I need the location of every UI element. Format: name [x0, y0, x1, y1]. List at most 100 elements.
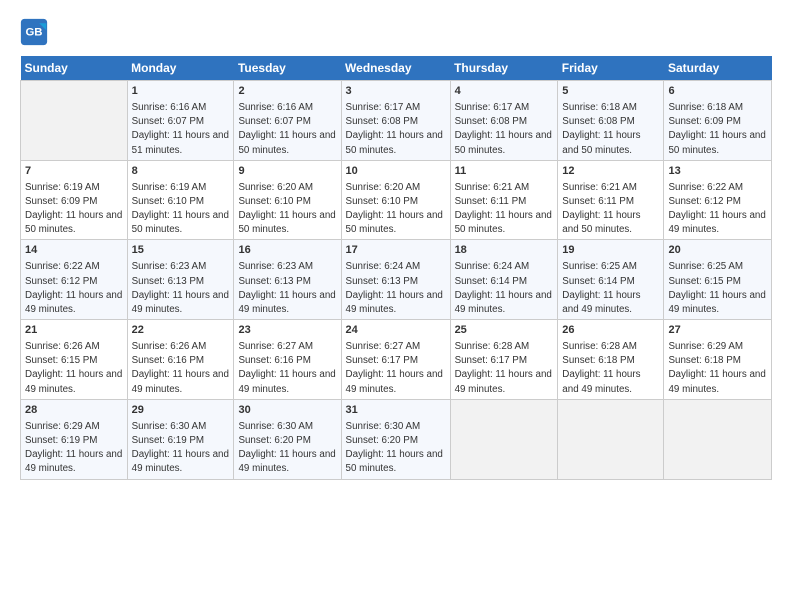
col-header-wednesday: Wednesday: [341, 56, 450, 81]
day-info: Sunrise: 6:29 AMSunset: 6:19 PMDaylight:…: [25, 421, 122, 475]
calendar-cell: 30 Sunrise: 6:30 AMSunset: 6:20 PMDayligh…: [234, 399, 341, 479]
week-row-5: 28Sunrise: 6:29 AMSunset: 6:19 PMDayligh…: [21, 399, 772, 479]
calendar-cell: 21 Sunrise: 6:26 AMSunset: 6:15 PMDayligh…: [21, 320, 128, 400]
day-number: 26: [562, 323, 659, 338]
calendar-cell: 16 Sunrise: 6:23 AMSunset: 6:13 PMDayligh…: [234, 240, 341, 320]
day-number: 5: [562, 84, 659, 99]
day-info: Sunrise: 6:22 AMSunset: 6:12 PMDaylight:…: [25, 261, 122, 315]
day-number: 20: [668, 243, 767, 258]
calendar-cell: 8 Sunrise: 6:19 AMSunset: 6:10 PMDaylight…: [127, 160, 234, 240]
day-info: Sunrise: 6:18 AMSunset: 6:09 PMDaylight:…: [668, 102, 765, 156]
day-number: 29: [132, 403, 230, 418]
day-info: Sunrise: 6:17 AMSunset: 6:08 PMDaylight:…: [346, 102, 443, 156]
day-info: Sunrise: 6:20 AMSunset: 6:10 PMDaylight:…: [346, 182, 443, 236]
day-number: 6: [668, 84, 767, 99]
col-header-sunday: Sunday: [21, 56, 128, 81]
calendar-cell: 15Sunrise: 6:23 AMSunset: 6:13 PMDayligh…: [127, 240, 234, 320]
day-info: Sunrise: 6:26 AMSunset: 6:16 PMDaylight:…: [132, 341, 229, 395]
day-info: Sunrise: 6:29 AMSunset: 6:18 PMDaylight:…: [668, 341, 765, 395]
day-number: 3: [346, 84, 446, 99]
day-info: Sunrise: 6:30 AMSunset: 6:20 PMDaylight:…: [346, 421, 443, 475]
calendar-table: SundayMondayTuesdayWednesdayThursdayFrid…: [20, 56, 772, 480]
day-info: Sunrise: 6:20 AMSunset: 6:10 PMDaylight:…: [238, 182, 335, 236]
calendar-cell: 7 Sunrise: 6:19 AMSunset: 6:09 PMDaylight…: [21, 160, 128, 240]
page: GB SundayMondayTuesdayWednesdayThursdayF…: [0, 0, 792, 612]
calendar-cell: 4Sunrise: 6:17 AMSunset: 6:08 PMDaylight…: [450, 81, 558, 161]
calendar-cell: 26 Sunrise: 6:28 AMSunset: 6:18 PMDayligh…: [558, 320, 664, 400]
day-number: 16: [238, 243, 336, 258]
day-number: 17: [346, 243, 446, 258]
day-info: Sunrise: 6:24 AMSunset: 6:13 PMDaylight:…: [346, 261, 443, 315]
day-number: 10: [346, 164, 446, 179]
day-number: 30: [238, 403, 336, 418]
calendar-cell: 14 Sunrise: 6:22 AMSunset: 6:12 PMDayligh…: [21, 240, 128, 320]
svg-text:GB: GB: [25, 27, 42, 39]
day-number: 9: [238, 164, 336, 179]
calendar-cell: 19Sunrise: 6:25 AMSunset: 6:14 PMDayligh…: [558, 240, 664, 320]
day-number: 18: [455, 243, 554, 258]
day-number: 13: [668, 164, 767, 179]
calendar-cell: 3 Sunrise: 6:17 AMSunset: 6:08 PMDaylight…: [341, 81, 450, 161]
calendar-cell: 17 Sunrise: 6:24 AMSunset: 6:13 PMDayligh…: [341, 240, 450, 320]
day-number: 22: [132, 323, 230, 338]
day-info: Sunrise: 6:22 AMSunset: 6:12 PMDaylight:…: [668, 182, 765, 236]
logo-icon: GB: [20, 18, 48, 46]
calendar-cell: 31 Sunrise: 6:30 AMSunset: 6:20 PMDayligh…: [341, 399, 450, 479]
day-number: 14: [25, 243, 123, 258]
calendar-cell: [664, 399, 772, 479]
day-number: 2: [238, 84, 336, 99]
calendar-cell: 28Sunrise: 6:29 AMSunset: 6:19 PMDayligh…: [21, 399, 128, 479]
day-number: 11: [455, 164, 554, 179]
day-number: 21: [25, 323, 123, 338]
day-number: 25: [455, 323, 554, 338]
day-number: 4: [455, 84, 554, 99]
calendar-cell: 25Sunrise: 6:28 AMSunset: 6:17 PMDayligh…: [450, 320, 558, 400]
day-info: Sunrise: 6:19 AMSunset: 6:10 PMDaylight:…: [132, 182, 229, 236]
col-header-friday: Friday: [558, 56, 664, 81]
calendar-cell: 27Sunrise: 6:29 AMSunset: 6:18 PMDayligh…: [664, 320, 772, 400]
day-info: Sunrise: 6:30 AMSunset: 6:20 PMDaylight:…: [238, 421, 335, 475]
day-info: Sunrise: 6:21 AMSunset: 6:11 PMDaylight:…: [455, 182, 552, 236]
day-info: Sunrise: 6:23 AMSunset: 6:13 PMDaylight:…: [132, 261, 229, 315]
day-info: Sunrise: 6:24 AMSunset: 6:14 PMDaylight:…: [455, 261, 552, 315]
col-header-thursday: Thursday: [450, 56, 558, 81]
day-number: 12: [562, 164, 659, 179]
calendar-cell: 5 Sunrise: 6:18 AMSunset: 6:08 PMDaylight…: [558, 81, 664, 161]
day-info: Sunrise: 6:25 AMSunset: 6:15 PMDaylight:…: [668, 261, 765, 315]
day-number: 23: [238, 323, 336, 338]
calendar-cell: 22 Sunrise: 6:26 AMSunset: 6:16 PMDayligh…: [127, 320, 234, 400]
calendar-cell: 2 Sunrise: 6:16 AMSunset: 6:07 PMDaylight…: [234, 81, 341, 161]
header-row: SundayMondayTuesdayWednesdayThursdayFrid…: [21, 56, 772, 81]
day-info: Sunrise: 6:27 AMSunset: 6:17 PMDaylight:…: [346, 341, 443, 395]
calendar-cell: 29Sunrise: 6:30 AMSunset: 6:19 PMDayligh…: [127, 399, 234, 479]
calendar-cell: [558, 399, 664, 479]
header: GB: [20, 18, 772, 46]
day-number: 8: [132, 164, 230, 179]
col-header-saturday: Saturday: [664, 56, 772, 81]
day-info: Sunrise: 6:18 AMSunset: 6:08 PMDaylight:…: [562, 102, 640, 156]
week-row-2: 7 Sunrise: 6:19 AMSunset: 6:09 PMDaylight…: [21, 160, 772, 240]
logo: GB: [20, 18, 52, 46]
day-info: Sunrise: 6:19 AMSunset: 6:09 PMDaylight:…: [25, 182, 122, 236]
calendar-cell: [21, 81, 128, 161]
day-info: Sunrise: 6:21 AMSunset: 6:11 PMDaylight:…: [562, 182, 640, 236]
day-info: Sunrise: 6:16 AMSunset: 6:07 PMDaylight:…: [238, 102, 335, 156]
calendar-cell: 23Sunrise: 6:27 AMSunset: 6:16 PMDayligh…: [234, 320, 341, 400]
day-number: 7: [25, 164, 123, 179]
day-number: 31: [346, 403, 446, 418]
day-info: Sunrise: 6:23 AMSunset: 6:13 PMDaylight:…: [238, 261, 335, 315]
calendar-cell: 9 Sunrise: 6:20 AMSunset: 6:10 PMDaylight…: [234, 160, 341, 240]
day-number: 19: [562, 243, 659, 258]
day-number: 1: [132, 84, 230, 99]
calendar-cell: 10 Sunrise: 6:20 AMSunset: 6:10 PMDayligh…: [341, 160, 450, 240]
calendar-cell: 6 Sunrise: 6:18 AMSunset: 6:09 PMDaylight…: [664, 81, 772, 161]
calendar-cell: 20 Sunrise: 6:25 AMSunset: 6:15 PMDayligh…: [664, 240, 772, 320]
col-header-tuesday: Tuesday: [234, 56, 341, 81]
day-info: Sunrise: 6:26 AMSunset: 6:15 PMDaylight:…: [25, 341, 122, 395]
calendar-cell: 11 Sunrise: 6:21 AMSunset: 6:11 PMDayligh…: [450, 160, 558, 240]
week-row-4: 21 Sunrise: 6:26 AMSunset: 6:15 PMDayligh…: [21, 320, 772, 400]
day-info: Sunrise: 6:28 AMSunset: 6:18 PMDaylight:…: [562, 341, 640, 395]
calendar-cell: 13 Sunrise: 6:22 AMSunset: 6:12 PMDayligh…: [664, 160, 772, 240]
col-header-monday: Monday: [127, 56, 234, 81]
calendar-cell: 12 Sunrise: 6:21 AMSunset: 6:11 PMDayligh…: [558, 160, 664, 240]
